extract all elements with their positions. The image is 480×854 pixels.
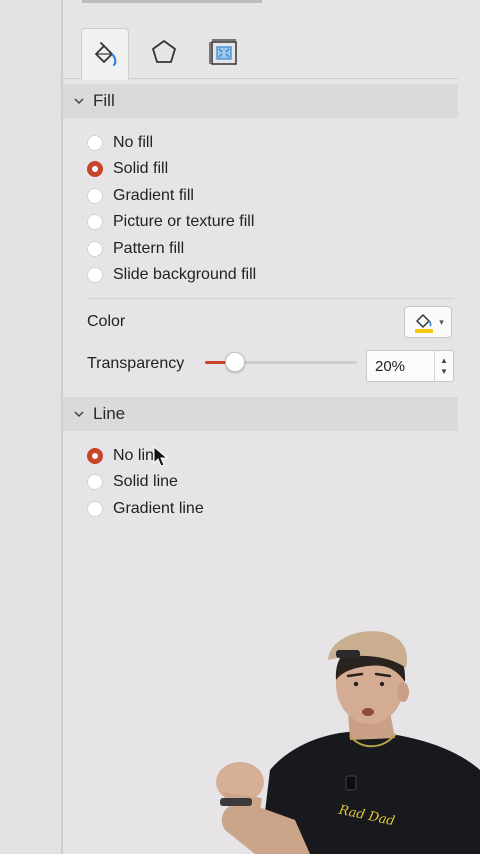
line-section-header[interactable]: Line [63, 397, 458, 431]
tab-effects[interactable] [141, 28, 187, 76]
radio-label: Picture or texture fill [113, 213, 255, 230]
mouse-pointer-icon [153, 446, 169, 467]
divider [87, 298, 454, 299]
stepper-down-icon[interactable]: ▼ [440, 366, 448, 377]
tab-fill-and-line[interactable] [81, 28, 129, 80]
line-option-gradient-line[interactable]: Gradient line [87, 497, 204, 521]
line-section-title: Line [93, 404, 126, 423]
tab-size-and-properties[interactable] [201, 28, 247, 76]
fill-option-solid-fill[interactable]: Solid fill [87, 157, 168, 181]
spin-arrows[interactable]: ▲ ▼ [434, 351, 453, 381]
left-canvas-strip [0, 0, 61, 854]
fill-option-slide-background-fill[interactable]: Slide background fill [87, 263, 256, 287]
paint-bucket-color-icon [415, 314, 434, 333]
line-option-no-line[interactable]: No line [87, 444, 163, 468]
pentagon-icon [152, 40, 176, 63]
chevron-down-icon [74, 98, 84, 105]
transparency-slider-thumb[interactable] [225, 352, 246, 372]
radio-button-selected[interactable] [87, 448, 103, 464]
radio-label: Solid fill [113, 160, 169, 177]
presenter-video-overlay: Rad Dad [216, 631, 480, 854]
transparency-spinbox[interactable]: 20% ▲ ▼ [366, 350, 454, 382]
radio-button[interactable] [87, 188, 103, 204]
radio-button[interactable] [87, 501, 103, 517]
fill-option-no-fill[interactable]: No fill [87, 131, 153, 155]
fill-option-gradient-fill[interactable]: Gradient fill [87, 184, 194, 208]
fill-option-picture-or-texture-fill[interactable]: Picture or texture fill [87, 210, 254, 234]
line-option-solid-line[interactable]: Solid line [87, 470, 178, 494]
chevron-down-icon [74, 411, 84, 418]
fill-color-picker-button[interactable]: ▾ [404, 306, 452, 338]
radio-button[interactable] [87, 267, 103, 283]
stepper-up-icon[interactable]: ▲ [440, 355, 448, 366]
radio-button[interactable] [87, 241, 103, 257]
radio-label: Slide background fill [113, 266, 257, 283]
format-tabs [63, 26, 458, 80]
transparency-label: Transparency [87, 355, 185, 372]
paint-bucket-icon [95, 42, 117, 67]
radio-label: Gradient line [113, 500, 204, 517]
radio-label: Solid line [113, 473, 178, 490]
radio-button[interactable] [87, 135, 103, 151]
fill-section-header[interactable]: Fill [63, 84, 458, 118]
size-properties-icon [209, 39, 237, 65]
radio-button[interactable] [87, 474, 103, 490]
radio-label: Gradient fill [113, 187, 194, 204]
fill-section-title: Fill [93, 91, 115, 110]
radio-button[interactable] [87, 214, 103, 230]
color-label: Color [87, 313, 126, 330]
fill-option-pattern-fill[interactable]: Pattern fill [87, 237, 184, 261]
radio-button-selected[interactable] [87, 161, 103, 177]
transparency-value[interactable]: 20% [375, 358, 405, 375]
chevron-down-icon: ▾ [439, 316, 444, 327]
radio-label: Pattern fill [113, 240, 185, 257]
radio-label: No fill [113, 134, 154, 151]
